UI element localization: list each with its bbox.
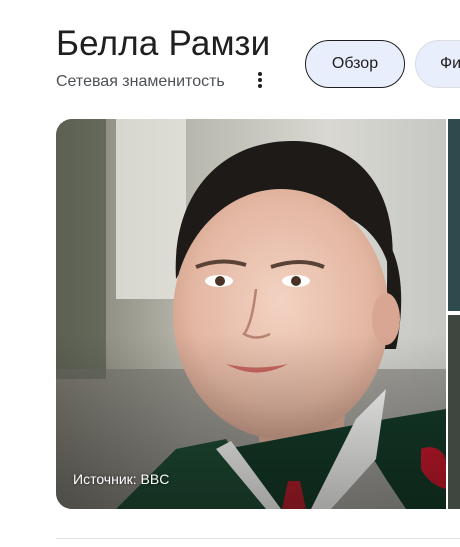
thumbnail-image[interactable] [448, 119, 460, 311]
thumbnail-image[interactable] [448, 315, 460, 509]
more-options-button[interactable] [250, 68, 270, 92]
tab-second[interactable]: Фи [415, 40, 460, 88]
main-image[interactable]: Источник: BBC [56, 119, 446, 509]
portrait-image [56, 119, 446, 509]
more-vert-icon [258, 72, 262, 88]
entity-title: Белла Рамзи [56, 24, 271, 63]
divider [56, 538, 460, 539]
tab-overview[interactable]: Обзор [305, 40, 405, 88]
entity-subtitle: Сетевая знаменитость [56, 73, 225, 90]
image-source-caption: Источник: BBC [73, 471, 170, 487]
tab-second-label: Фи [440, 55, 460, 72]
knowledge-panel: Белла Рамзи Сетевая знаменитость Обзор Ф… [0, 0, 460, 547]
tab-overview-label: Обзор [331, 55, 379, 72]
